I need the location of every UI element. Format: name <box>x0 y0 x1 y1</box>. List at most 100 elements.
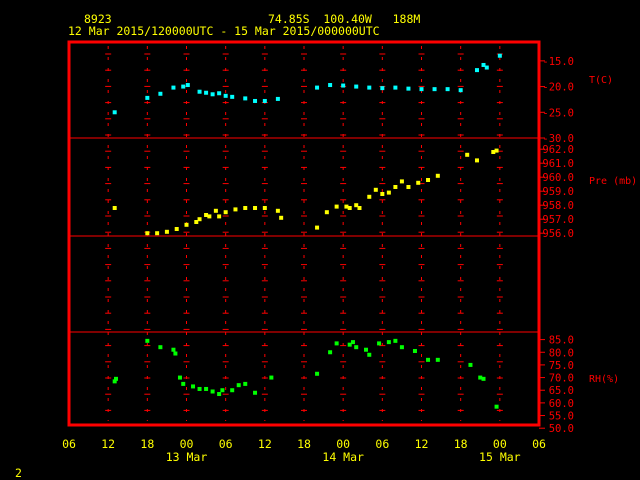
temperature-axis-label: T(C) <box>589 75 613 86</box>
pressure-point <box>465 152 470 157</box>
humidity-point <box>220 388 225 393</box>
page-number: 2 <box>15 466 22 480</box>
humidity-point <box>197 386 202 391</box>
x-tick-label: 18 <box>454 437 468 451</box>
humidity-point <box>377 341 382 346</box>
pressure-point <box>324 210 329 215</box>
temperature-point <box>432 87 437 92</box>
temperature-point <box>253 98 258 103</box>
pressure-point <box>207 214 212 219</box>
humidity-point <box>217 392 222 397</box>
x-tick-label: 12 <box>101 437 115 451</box>
pressure-point <box>145 231 150 236</box>
pressure-point <box>494 148 499 153</box>
x-date-label: 14 Mar <box>322 450 364 464</box>
pressure-tick-label: 961.0 <box>542 158 574 170</box>
pressure-point <box>164 229 169 234</box>
temperature-point <box>262 98 267 103</box>
pressure-point <box>275 208 280 213</box>
temperature-point <box>341 83 346 88</box>
humidity-point <box>426 357 431 362</box>
pressure-point <box>213 208 218 213</box>
x-tick-label: 06 <box>375 437 389 451</box>
humidity-point <box>481 376 486 381</box>
humidity-tick-label: 50.0 <box>549 423 574 435</box>
pressure-point <box>474 158 479 163</box>
humidity-tick-label: 60.0 <box>549 398 574 410</box>
pressure-point <box>262 206 267 210</box>
x-tick-label: 18 <box>140 437 154 451</box>
time-range: 12 Mar 2015/120000UTC - 15 Mar 2015/0000… <box>68 24 380 38</box>
temperature-point <box>112 110 117 115</box>
pressure-point <box>155 231 160 236</box>
humidity-point <box>412 348 417 353</box>
humidity-point <box>350 340 355 345</box>
humidity-point <box>435 357 440 362</box>
pressure-tick-label: 957.0 <box>542 214 574 226</box>
pressure-point <box>416 180 421 185</box>
pressure-point <box>435 173 440 178</box>
temperature-point <box>393 85 398 90</box>
x-tick-label: 18 <box>297 437 311 451</box>
pressure-point <box>217 214 222 219</box>
pressure-point <box>112 206 117 210</box>
x-date-label: 13 Mar <box>166 450 208 464</box>
humidity-point <box>236 383 241 388</box>
pressure-point <box>184 222 189 227</box>
humidity-point <box>334 341 339 346</box>
x-tick-label: 12 <box>258 437 272 451</box>
x-tick-label: 06 <box>62 437 76 451</box>
pressure-axis-label: Pre (mb) <box>589 176 637 187</box>
pressure-point <box>426 178 431 182</box>
humidity-point <box>494 404 499 409</box>
humidity-point <box>230 388 235 393</box>
pressure-point <box>347 206 352 210</box>
pressure-tick-label: 959.0 <box>542 186 574 198</box>
temperature-point <box>458 88 463 93</box>
humidity-tick-label: 80.0 <box>549 347 574 359</box>
temperature-point <box>204 90 209 95</box>
pressure-point <box>279 215 284 220</box>
humidity-point <box>354 345 359 350</box>
temperature-point <box>181 84 186 89</box>
pressure-tick-label: 960.0 <box>542 172 574 184</box>
temperature-point <box>406 86 411 91</box>
pressure-point <box>223 210 228 215</box>
pressure-point <box>243 206 248 210</box>
temperature-point <box>474 68 479 73</box>
pressure-point <box>399 179 404 184</box>
pressure-point <box>386 190 391 195</box>
pressure-point <box>197 217 202 222</box>
temperature-tick-label: -25.0 <box>542 107 574 119</box>
pressure-point <box>367 194 372 199</box>
pressure-point <box>174 227 179 231</box>
pressure-point <box>315 225 320 230</box>
temperature-point <box>328 83 333 88</box>
temperature-point <box>275 96 280 101</box>
pressure-tick-label: 956.0 <box>542 228 574 240</box>
humidity-axis-label: RH(%) <box>589 374 619 385</box>
humidity-point <box>191 384 196 389</box>
meteogram-chart: 8923 74.85S 100.40W 188M 12 Mar 2015/120… <box>15 12 637 480</box>
humidity-point <box>468 362 473 367</box>
humidity-tick-label: 75.0 <box>549 360 574 372</box>
humidity-point <box>158 345 163 350</box>
humidity-point <box>114 376 118 381</box>
temperature-point <box>354 84 359 89</box>
x-tick-label: 00 <box>336 437 350 451</box>
humidity-point <box>315 371 320 376</box>
humidity-point <box>171 347 176 352</box>
humidity-point <box>364 347 369 352</box>
humidity-point <box>173 351 178 356</box>
humidity-point <box>181 381 186 386</box>
x-date-label: 15 Mar <box>479 450 521 464</box>
pressure-tick-label: 958.0 <box>542 200 574 212</box>
temperature-point <box>230 94 235 99</box>
pressure-point <box>334 204 339 209</box>
temperature-point <box>367 85 372 90</box>
temperature-point <box>484 65 489 70</box>
temperature-point <box>145 95 150 100</box>
temperature-tick-label: -30.0 <box>542 133 574 145</box>
humidity-tick-label: 55.0 <box>549 411 574 423</box>
pressure-point <box>393 185 398 189</box>
